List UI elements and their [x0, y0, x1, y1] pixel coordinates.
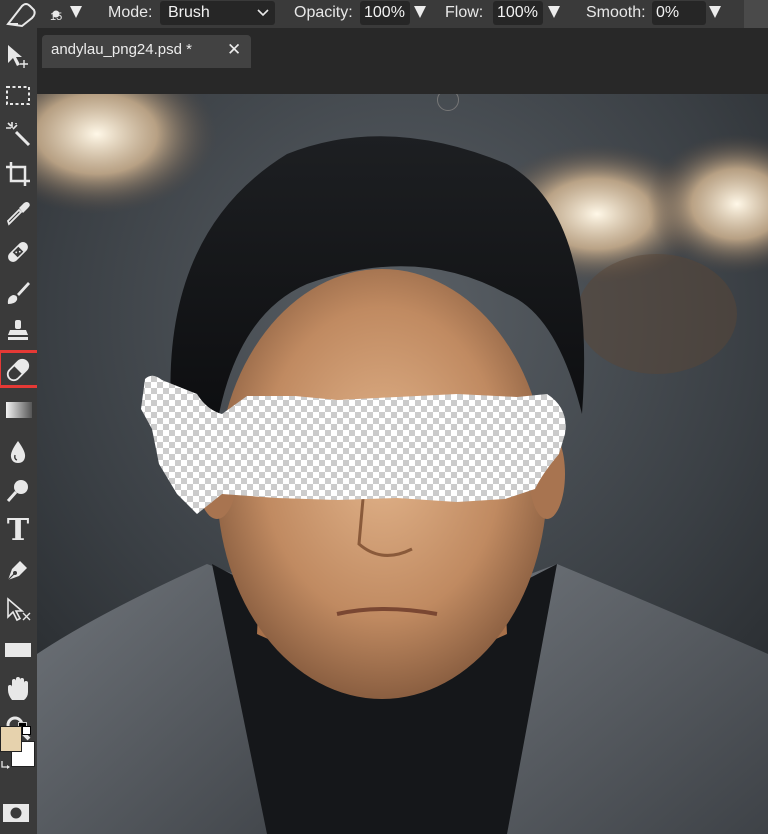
- flow-input[interactable]: 100%: [493, 1, 543, 25]
- mode-select[interactable]: Brush: [160, 1, 275, 25]
- quick-mask-icon: [3, 804, 29, 822]
- path-selection-tool[interactable]: [2, 594, 34, 626]
- rectangle-tool[interactable]: [2, 634, 34, 666]
- hand-tool[interactable]: [2, 673, 34, 705]
- options-bar: 15 Mode: Brush Opacity: 100% Flow: 100% …: [0, 0, 768, 28]
- crop-icon: [6, 162, 30, 186]
- quick-mask-button[interactable]: [2, 802, 30, 824]
- eyedropper-icon: [6, 202, 30, 226]
- rectangle-shape-icon: [5, 643, 31, 657]
- pen-tool[interactable]: [2, 554, 34, 586]
- close-tab-icon[interactable]: ✕: [227, 40, 241, 60]
- pen-nib-icon: [7, 561, 27, 581]
- stamp-icon: [8, 320, 28, 340]
- smooth-input[interactable]: 0%: [652, 1, 706, 25]
- foreground-color-swatch[interactable]: [0, 726, 22, 752]
- dodge-icon: [6, 480, 28, 502]
- document-tab[interactable]: andylau_png24.psd * ✕: [42, 35, 251, 68]
- flow-dropdown-icon[interactable]: [548, 6, 560, 18]
- type-icon: T: [6, 513, 30, 548]
- image-canvas[interactable]: [37, 94, 768, 834]
- direct-selection-icon: [7, 597, 31, 622]
- marquee-tool[interactable]: [2, 79, 34, 111]
- smooth-dropdown-icon[interactable]: [709, 6, 721, 18]
- gradient-tool[interactable]: [2, 394, 34, 426]
- bandage-icon: [8, 242, 28, 262]
- opacity-input[interactable]: 100%: [360, 1, 410, 25]
- blur-tool[interactable]: [2, 436, 34, 468]
- water-drop-icon: [10, 441, 26, 463]
- options-overflow-arrow[interactable]: [744, 0, 768, 28]
- swap-colors-icon[interactable]: [1, 756, 11, 769]
- gradient-icon: [6, 402, 32, 418]
- healing-brush-tool[interactable]: [2, 236, 34, 268]
- brush-tool[interactable]: [2, 277, 34, 309]
- flow-label: Flow:: [445, 4, 484, 21]
- paintbrush-icon: [7, 282, 30, 304]
- eyedropper-tool[interactable]: [2, 197, 34, 229]
- tools-panel: T: [0, 28, 50, 834]
- magic-wand-tool[interactable]: [2, 118, 34, 150]
- eraser-preset-icon[interactable]: [4, 0, 38, 28]
- dodge-tool[interactable]: [2, 475, 34, 507]
- document-tab-title: andylau_png24.psd *: [51, 41, 192, 58]
- crop-tool[interactable]: [2, 158, 34, 190]
- hand-icon: [8, 677, 28, 700]
- smooth-label: Smooth:: [586, 4, 646, 21]
- clone-stamp-tool[interactable]: [2, 315, 34, 347]
- opacity-value: 100%: [364, 4, 405, 21]
- opacity-label: Opacity:: [294, 4, 353, 21]
- brush-size-value: 15: [50, 11, 63, 23]
- chevron-down-icon: [257, 9, 269, 17]
- mode-label: Mode:: [108, 4, 153, 21]
- magic-wand-icon: [6, 122, 31, 147]
- portrait-photo: [37, 94, 768, 834]
- move-tool[interactable]: [2, 40, 34, 72]
- mode-select-value: Brush: [168, 4, 210, 21]
- type-tool[interactable]: T: [2, 515, 34, 547]
- rectangular-marquee-icon: [6, 86, 30, 105]
- flow-value: 100%: [497, 4, 538, 21]
- opacity-dropdown-icon[interactable]: [414, 6, 426, 18]
- smooth-value: 0%: [656, 4, 680, 21]
- brush-preset-dropdown-icon[interactable]: [70, 6, 82, 18]
- move-arrow-icon: [8, 45, 28, 68]
